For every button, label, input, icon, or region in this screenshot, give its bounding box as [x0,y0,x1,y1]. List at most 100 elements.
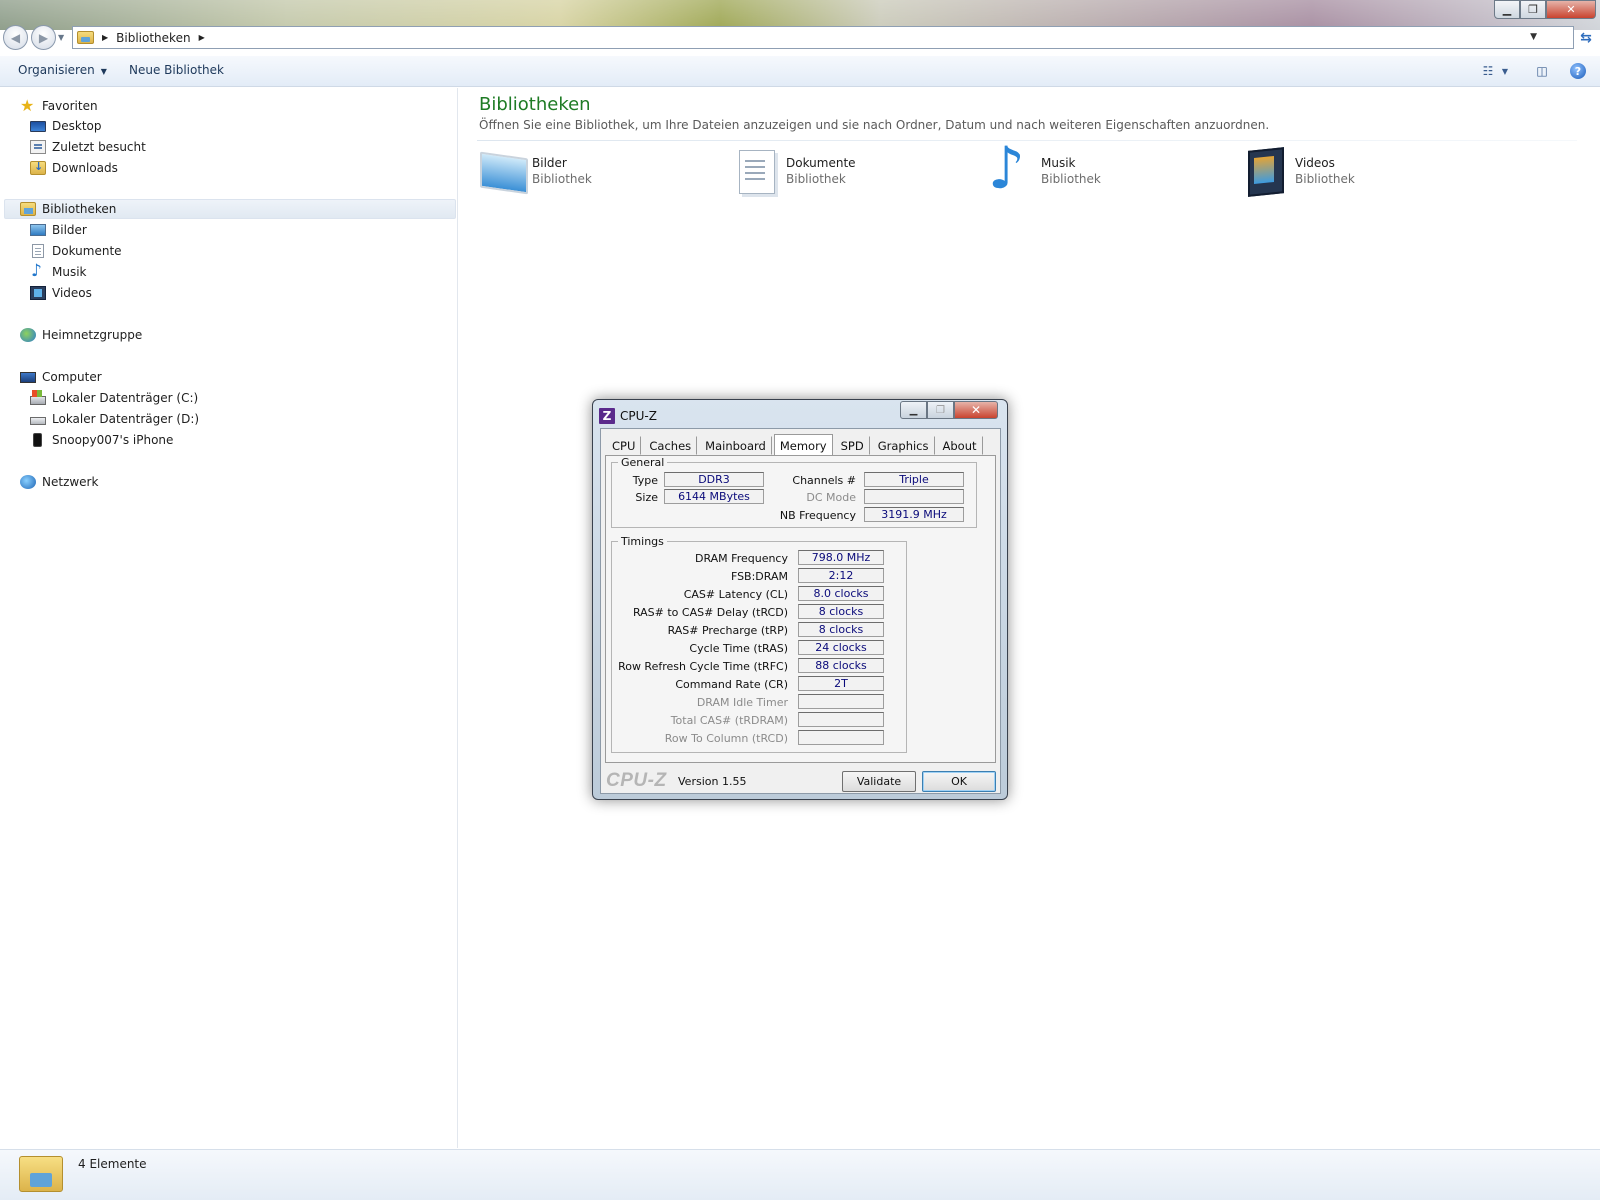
library-item-pictures[interactable]: Bilder Bibliothek [477,146,717,198]
sidebar-item-favorites[interactable]: Favoriten [20,96,98,116]
cpuz-maximize-button[interactable]: ❐ [927,401,954,419]
minimize-button[interactable]: ▁ [1494,0,1520,19]
type-label: Type [632,474,658,487]
sidebar-item-label: Bibliotheken [42,202,117,216]
tab-caches[interactable]: Caches [643,436,698,455]
total-cas-label: Total CAS# (tRDRAM) [670,714,788,727]
sidebar-item-music[interactable]: Musik [30,261,87,282]
tab-memory[interactable]: Memory [773,434,833,456]
refresh-button[interactable]: ⇆ [1575,27,1597,49]
sidebar-item-libraries[interactable]: Bibliotheken [4,199,456,219]
item-count: 4 Elemente [78,1157,147,1171]
size-value: 6144 MBytes [664,489,764,504]
channels-value: Triple [864,472,964,487]
sidebar-item-label: Computer [42,370,102,384]
close-button[interactable]: ✕ [1546,0,1596,19]
trcd-label: RAS# to CAS# Delay (tRCD) [632,606,788,619]
cpuz-tab-strip: CPU Caches Mainboard Memory SPD Graphics… [606,434,985,456]
tab-graphics[interactable]: Graphics [872,436,935,455]
library-item-documents[interactable]: Dokumente Bibliothek [731,146,971,198]
sidebar-item-label: Dokumente [52,244,122,258]
view-options-dropdown[interactable]: ▼ [1498,62,1512,80]
tab-about[interactable]: About [937,436,983,455]
nb-frequency-label: NB Frequency [779,509,856,522]
tab-cpu[interactable]: CPU [606,436,642,455]
sidebar-item-drive-d[interactable]: Lokaler Datenträger (D:) [30,409,199,429]
breadcrumb-separator-icon[interactable]: ▶ [102,33,108,42]
sidebar-item-iphone[interactable]: Snoopy007's iPhone [30,430,173,450]
sidebar-item-documents[interactable]: Dokumente [30,241,122,261]
cas-latency-label: CAS# Latency (CL) [683,588,788,601]
type-value: DDR3 [664,472,764,487]
row-to-column-label: Row To Column (tRCD) [664,732,788,745]
cpuz-window[interactable]: Z CPU-Z ▁ ❐ ✕ CPU Caches Mainboard Memor… [592,399,1008,800]
sidebar-item-homegroup[interactable]: Heimnetzgruppe [20,325,142,345]
back-arrow-icon: ◀ [10,30,21,45]
library-type: Bibliothek [786,172,846,186]
organize-menu[interactable]: Organisieren ▼ [18,63,107,77]
tras-label: Cycle Time (tRAS) [689,642,788,655]
sidebar-item-label: Musik [52,265,87,279]
view-icon: ☷ [1482,64,1494,78]
computer-icon [20,371,36,383]
address-bar[interactable]: ▶ Bibliotheken ▶ ▼ [72,26,1574,49]
sidebar-item-recent[interactable]: Zuletzt besucht [30,137,146,157]
library-item-music[interactable]: Musik Bibliothek [986,134,1226,202]
organize-label: Organisieren [18,63,95,77]
change-view-button[interactable]: ☷ [1478,62,1498,80]
sidebar-item-desktop[interactable]: Desktop [30,116,102,136]
homegroup-icon [20,328,36,342]
library-item-videos[interactable]: Videos Bibliothek [1240,146,1480,198]
libraries-icon [20,202,36,216]
breadcrumb-separator-icon[interactable]: ▶ [199,33,205,42]
videos-library-icon [1240,146,1290,194]
sidebar-item-label: Lokaler Datenträger (C:) [52,391,199,405]
documents-library-icon [731,146,781,194]
sidebar-item-pictures[interactable]: Bilder [30,220,87,240]
trp-label: RAS# Precharge (tRP) [667,624,788,637]
sidebar-item-videos[interactable]: Videos [30,283,92,303]
sidebar-item-label: Desktop [52,119,102,133]
sidebar-item-label: Videos [52,286,92,300]
help-button[interactable]: ? [1568,62,1588,80]
address-history-dropdown[interactable]: ▼ [1530,32,1537,42]
library-name: Videos [1295,156,1335,170]
sidebar-item-network[interactable]: Netzwerk [20,472,98,492]
libraries-folder-icon [19,1156,63,1192]
page-title: Bibliotheken [479,94,591,115]
cpuz-footer: CPU-Z Version 1.55 Validate OK [601,767,1000,793]
breadcrumb-libraries[interactable]: Bibliotheken [116,31,190,45]
maximize-button[interactable]: ❐ [1520,0,1546,19]
cpuz-logo-icon: Z [599,408,615,424]
sidebar-item-downloads[interactable]: Downloads [30,158,118,178]
header-divider [477,140,1577,141]
timings-legend: Timings [621,535,664,548]
libraries-folder-icon [77,31,94,44]
new-library-button[interactable]: Neue Bibliothek [129,63,224,77]
preview-pane-button[interactable]: ◫ [1532,62,1552,80]
sidebar-item-label: Zuletzt besucht [52,140,146,154]
page-description: Öffnen Sie eine Bibliothek, um Ihre Date… [479,118,1270,132]
dram-idle-timer-label: DRAM Idle Timer [696,696,788,709]
command-bar: Organisieren ▼ Neue Bibliothek ☷ ▼ ◫ ? [0,56,1600,87]
refresh-icon: ⇆ [1580,30,1592,46]
memory-tab-panel: General Type DDR3 Size 6144 MBytes Chann… [605,455,996,763]
tab-spd[interactable]: SPD [835,436,870,455]
cpuz-close-button[interactable]: ✕ [954,401,998,419]
dram-frequency-label: DRAM Frequency [694,552,788,565]
library-name: Bilder [532,156,567,170]
channels-label: Channels # [792,474,856,487]
back-button[interactable]: ◀ [3,25,28,50]
size-label: Size [635,491,658,504]
sidebar-item-drive-c[interactable]: Lokaler Datenträger (C:) [30,388,198,408]
dram-idle-timer-value [798,694,884,709]
sidebar-item-computer[interactable]: Computer [20,367,102,387]
fsb-dram-value: 2:12 [798,568,884,583]
forward-button[interactable]: ▶ [31,25,56,50]
cpuz-title-bar[interactable]: Z CPU-Z [599,407,657,425]
tab-mainboard[interactable]: Mainboard [699,436,772,455]
ok-button[interactable]: OK [922,771,996,792]
recent-pages-dropdown[interactable]: ▼ [58,33,64,42]
validate-button[interactable]: Validate [842,771,916,792]
cpuz-minimize-button[interactable]: ▁ [900,401,927,419]
